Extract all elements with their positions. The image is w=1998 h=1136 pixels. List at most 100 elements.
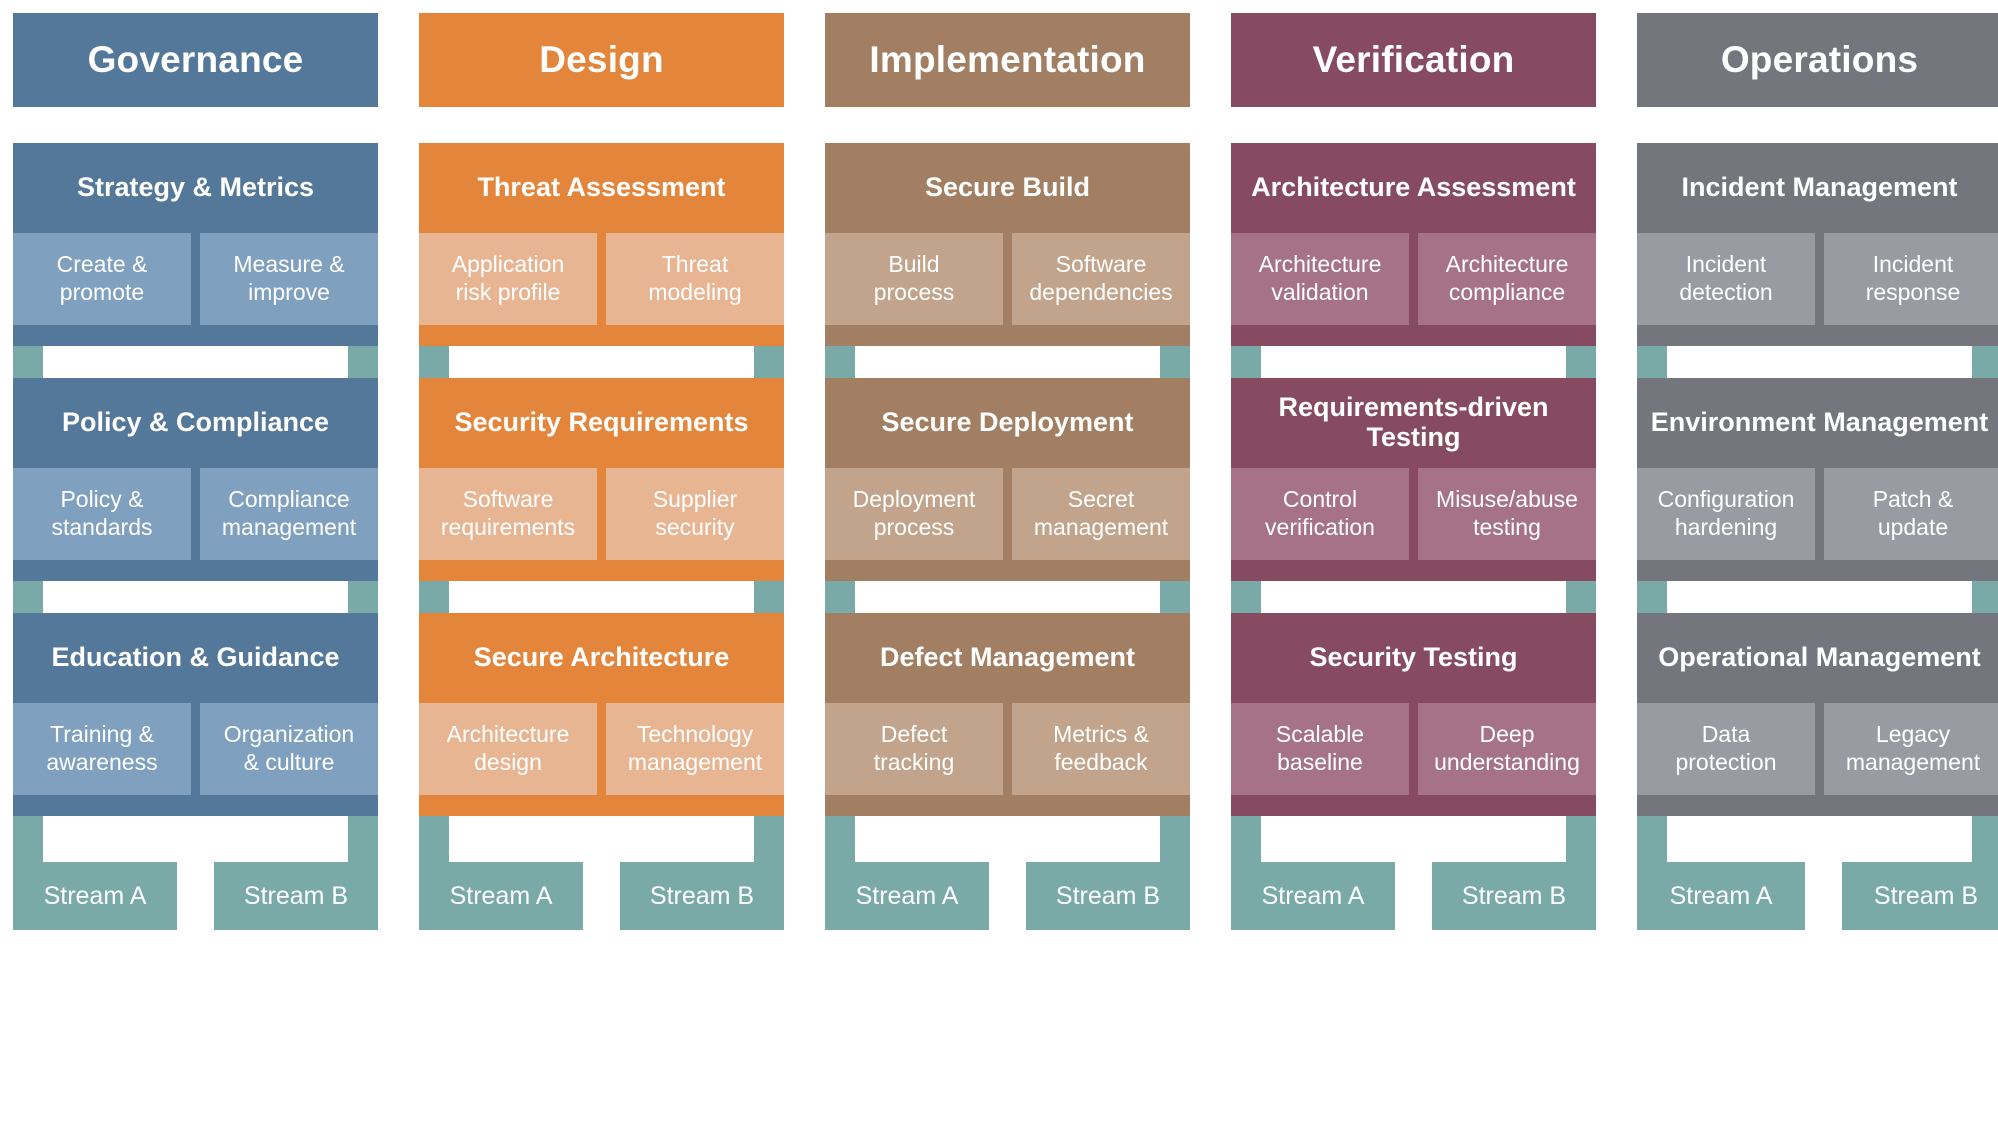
- stream-activity-a[interactable]: Configuration hardening: [1637, 468, 1815, 560]
- stream-activity-b[interactable]: Architecture compliance: [1418, 233, 1596, 325]
- stream-activity-a[interactable]: Software requirements: [419, 468, 597, 560]
- header-spacer: [1231, 107, 1596, 143]
- stream-activity-b[interactable]: Compliance management: [200, 468, 378, 560]
- security-practice[interactable]: Security Requirements Software requirement…: [419, 378, 784, 581]
- practice-footer-strip: [825, 325, 1190, 346]
- stream-activity-b[interactable]: Deep understanding: [1418, 703, 1596, 795]
- practice-separator: [1637, 581, 1998, 613]
- stream-label-a[interactable]: Stream A: [825, 862, 989, 930]
- practice-footer-strip: [419, 560, 784, 581]
- stream-activity-a[interactable]: Architecture validation: [1231, 233, 1409, 325]
- stream-activities: Software requirements Supplier security: [419, 468, 784, 560]
- stream-activity-a[interactable]: Application risk profile: [419, 233, 597, 325]
- stream-band-stub-right: [1160, 816, 1190, 862]
- stream-label-b[interactable]: Stream B: [1842, 862, 1998, 930]
- business-function-header[interactable]: Governance: [13, 13, 378, 107]
- stream-activities: Architecture design Technology management: [419, 703, 784, 795]
- stream-activity-b[interactable]: Secret management: [1012, 468, 1190, 560]
- stream-activity-a[interactable]: Defect tracking: [825, 703, 1003, 795]
- stream-label-b[interactable]: Stream B: [620, 862, 784, 930]
- stream-activity-b[interactable]: Organization & culture: [200, 703, 378, 795]
- practice-title: Security Testing: [1309, 641, 1518, 672]
- stream-activity-b[interactable]: Metrics & feedback: [1012, 703, 1190, 795]
- stream-band-stub-left: [825, 581, 855, 613]
- stream-activities: Data protection Legacy management: [1637, 703, 1998, 795]
- stream-activity-a[interactable]: Architecture design: [419, 703, 597, 795]
- stream-activity-b[interactable]: Technology management: [606, 703, 784, 795]
- practice-footer-strip: [1637, 795, 1998, 816]
- stream-activity-a[interactable]: Create & promote: [13, 233, 191, 325]
- stream-activity-b[interactable]: Misuse/abuse testing: [1418, 468, 1596, 560]
- security-practice[interactable]: Strategy & Metrics Create & promote Measure…: [13, 143, 378, 346]
- stream-activity-b[interactable]: Legacy management: [1824, 703, 1998, 795]
- security-practice[interactable]: Secure Deployment Deployment process Secret…: [825, 378, 1190, 581]
- stream-activity-b[interactable]: Incident response: [1824, 233, 1998, 325]
- stream-band-stub-right: [1160, 581, 1190, 613]
- stream-activity-b[interactable]: Supplier security: [606, 468, 784, 560]
- practice-footer-strip: [1637, 325, 1998, 346]
- practice-title: Secure Deployment: [881, 406, 1134, 437]
- business-function-operations: Operations Incident Management Incident det…: [1637, 13, 1998, 1136]
- business-function-header[interactable]: Design: [419, 13, 784, 107]
- stream-band-stub-left: [419, 581, 449, 613]
- stream-label-a[interactable]: Stream A: [13, 862, 177, 930]
- security-practice[interactable]: Secure Build Build process Software dependen…: [825, 143, 1190, 346]
- stream-activity-a[interactable]: Training & awareness: [13, 703, 191, 795]
- security-practice[interactable]: Security Testing Scalable baseline Deep unde…: [1231, 613, 1596, 816]
- stream-label-a[interactable]: Stream A: [1637, 862, 1805, 930]
- stream-band-stub-left: [1231, 816, 1261, 862]
- security-practice[interactable]: Education & Guidance Training & awareness O…: [13, 613, 378, 816]
- security-practice[interactable]: Operational Management Data protection Lega…: [1637, 613, 1998, 816]
- stream-activity-a[interactable]: Build process: [825, 233, 1003, 325]
- practice-separator: [1231, 346, 1596, 378]
- stream-label-a[interactable]: Stream A: [419, 862, 583, 930]
- stream-legend-band: Stream A Stream B: [1231, 816, 1596, 930]
- stream-activity-a[interactable]: Scalable baseline: [1231, 703, 1409, 795]
- security-practice[interactable]: Defect Management Defect tracking Metrics &…: [825, 613, 1190, 816]
- stream-activity-a[interactable]: Incident detection: [1637, 233, 1815, 325]
- security-practice[interactable]: Threat Assessment Application risk profile…: [419, 143, 784, 346]
- practice-separator: [13, 346, 378, 378]
- business-function-header[interactable]: Verification: [1231, 13, 1596, 107]
- stream-legend-labels: Stream A Stream B: [1231, 862, 1596, 930]
- practice-title: Environment Management: [1650, 406, 1989, 437]
- stream-activity-b[interactable]: Threat modeling: [606, 233, 784, 325]
- practice-footer-strip: [1637, 560, 1998, 581]
- stream-label-a[interactable]: Stream A: [1231, 862, 1395, 930]
- practice-footer-strip: [1231, 325, 1596, 346]
- practice-footer-strip: [419, 325, 784, 346]
- security-practice[interactable]: Incident Management Incident detection Inci…: [1637, 143, 1998, 346]
- stream-activities: Incident detection Incident response: [1637, 233, 1998, 325]
- security-practice[interactable]: Policy & Compliance Policy & standards Comp…: [13, 378, 378, 581]
- stream-activity-a[interactable]: Control verification: [1231, 468, 1409, 560]
- practice-separator: [419, 346, 784, 378]
- business-function-header[interactable]: Implementation: [825, 13, 1190, 107]
- header-spacer: [419, 107, 784, 143]
- stream-activity-a[interactable]: Policy & standards: [13, 468, 191, 560]
- security-practice[interactable]: Architecture Assessment Architecture valid…: [1231, 143, 1596, 346]
- business-function-header[interactable]: Operations: [1637, 13, 1998, 107]
- stream-activity-b[interactable]: Measure & improve: [200, 233, 378, 325]
- stream-activity-a[interactable]: Data protection: [1637, 703, 1815, 795]
- practice-title: Threat Assessment: [477, 171, 726, 202]
- stream-band-stub-right: [1160, 346, 1190, 378]
- practice-title: Policy & Compliance: [61, 406, 330, 437]
- stream-band-stub-right: [754, 816, 784, 862]
- stream-band-stub-right: [348, 816, 378, 862]
- header-spacer: [825, 107, 1190, 143]
- security-practice[interactable]: Requirements-driven Testing Control verifi…: [1231, 378, 1596, 581]
- stream-activity-b[interactable]: Patch & update: [1824, 468, 1998, 560]
- stream-activity-a[interactable]: Deployment process: [825, 468, 1003, 560]
- security-practice[interactable]: Secure Architecture Architecture design Tec…: [419, 613, 784, 816]
- stream-activity-b[interactable]: Software dependencies: [1012, 233, 1190, 325]
- stream-activities: Scalable baseline Deep understanding: [1231, 703, 1596, 795]
- practice-title: Incident Management: [1681, 171, 1958, 202]
- stream-label-b[interactable]: Stream B: [1026, 862, 1190, 930]
- stream-label-b[interactable]: Stream B: [214, 862, 378, 930]
- stream-legend-labels: Stream A Stream B: [13, 862, 378, 930]
- stream-legend-band: Stream A Stream B: [825, 816, 1190, 930]
- stream-label-b[interactable]: Stream B: [1432, 862, 1596, 930]
- stream-activities: Create & promote Measure & improve: [13, 233, 378, 325]
- practice-footer-strip: [13, 795, 378, 816]
- security-practice[interactable]: Environment Management Configuration harde…: [1637, 378, 1998, 581]
